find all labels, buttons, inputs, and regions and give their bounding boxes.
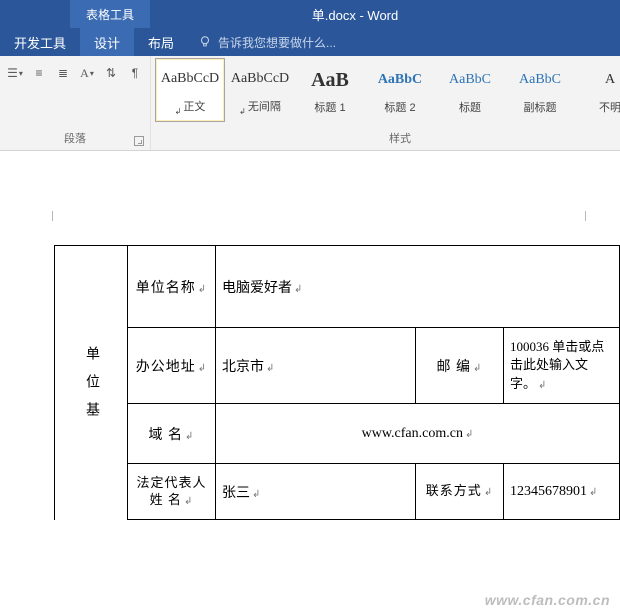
label-cell[interactable]: 域 名↲	[128, 404, 216, 464]
document-table[interactable]: 单位基 单位名称↲ 电脑爱好者↲ 办公地址↲ 北京市↲ 邮 编↲ 100036 …	[54, 245, 620, 520]
page: 单位基 单位名称↲ 电脑爱好者↲ 办公地址↲ 北京市↲ 邮 编↲ 100036 …	[12, 221, 620, 520]
style-name: 标题 2	[384, 99, 415, 115]
tab-layout[interactable]: 布局	[134, 28, 188, 56]
style-item[interactable]: AaBbC 标题 2	[365, 58, 435, 122]
style-preview: AaB	[311, 65, 349, 95]
value-cell[interactable]: 100036 单击或点击此处输入文字。↲	[504, 328, 620, 404]
document-area[interactable]: ✥ 单位基 单位名称↲ 电脑爱好者↲ 办公地址↲ 北京市↲ 邮 编↲ 10003…	[0, 151, 620, 611]
tab-design[interactable]: 设计	[80, 28, 134, 56]
decrease-indent-button[interactable]: ≡	[30, 64, 48, 82]
group-paragraph: ☰▾ ≡ ≣ A▾ ⇅ ¶ 段落	[0, 56, 151, 150]
ribbon: ☰▾ ≡ ≣ A▾ ⇅ ¶ 段落 AaBbCcD↲正文AaBbCcD↲无间隔Aa…	[0, 56, 620, 151]
label-cell[interactable]: 邮 编↲	[416, 328, 504, 404]
label-cell[interactable]: 法定代表人姓 名↲	[128, 464, 216, 520]
show-marks-button[interactable]: ¶	[126, 64, 144, 82]
increase-indent-button[interactable]: ≣	[54, 64, 72, 82]
style-preview: AaBbC	[378, 65, 422, 95]
style-preview: A	[605, 65, 615, 95]
style-item[interactable]: AaBbC 副标题	[505, 58, 575, 122]
side-label-cell[interactable]: 单位基	[55, 246, 128, 520]
sort-button[interactable]: ⇅	[102, 64, 120, 82]
title-bar: 表格工具 单.docx - Word	[0, 0, 620, 28]
dialog-launcher-icon[interactable]	[134, 136, 144, 146]
style-item[interactable]: AaB 标题 1	[295, 58, 365, 122]
style-name: ↲无间隔	[239, 98, 281, 115]
style-preview: AaBbC	[519, 65, 561, 95]
bullets-button[interactable]: ☰▾	[6, 64, 24, 82]
watermark: www.cfan.com.cn	[485, 592, 610, 608]
label-cell[interactable]: 单位名称↲	[128, 246, 216, 328]
group-styles: AaBbCcD↲正文AaBbCcD↲无间隔AaB标题 1AaBbC标题 2AaB…	[151, 56, 620, 150]
lightbulb-icon	[198, 35, 212, 49]
style-name: 标题	[459, 99, 481, 115]
styles-gallery[interactable]: AaBbCcD↲正文AaBbCcD↲无间隔AaB标题 1AaBbC标题 2AaB…	[155, 56, 620, 122]
style-preview: AaBbC	[449, 65, 491, 95]
style-name: 副标题	[524, 99, 557, 115]
value-cell[interactable]: 北京市↲	[216, 328, 416, 404]
group-label-paragraph: 段落	[0, 128, 150, 150]
style-name: 标题 1	[314, 99, 345, 115]
tab-developer[interactable]: 开发工具	[0, 28, 80, 56]
value-cell[interactable]: 张三↲	[216, 464, 416, 520]
style-name: ↲正文	[175, 98, 206, 115]
document-title: 单.docx - Word	[90, 5, 620, 24]
ribbon-tab-row: 开发工具 设计 布局 告诉我您想要做什么...	[0, 28, 620, 56]
value-cell[interactable]: 12345678901↲	[504, 464, 620, 520]
label-cell[interactable]: 联系方式↲	[416, 464, 504, 520]
style-preview: AaBbCcD	[231, 64, 289, 94]
tell-me-box[interactable]: 告诉我您想要做什么...	[198, 34, 336, 51]
tell-me-placeholder: 告诉我您想要做什么...	[218, 34, 336, 51]
style-name: 不明	[599, 99, 620, 115]
style-item[interactable]: AaBbCcD ↲正文	[155, 58, 225, 122]
label-cell[interactable]: 办公地址↲	[128, 328, 216, 404]
style-item[interactable]: A 不明	[575, 58, 620, 122]
style-preview: AaBbCcD	[161, 64, 219, 94]
value-cell[interactable]: www.cfan.com.cn↲	[216, 404, 620, 464]
value-cell[interactable]: 电脑爱好者↲	[216, 246, 620, 328]
style-item[interactable]: AaBbCcD ↲无间隔	[225, 58, 295, 122]
asian-layout-button[interactable]: A▾	[78, 64, 96, 82]
group-label-styles: 样式	[151, 128, 620, 150]
style-item[interactable]: AaBbC 标题	[435, 58, 505, 122]
